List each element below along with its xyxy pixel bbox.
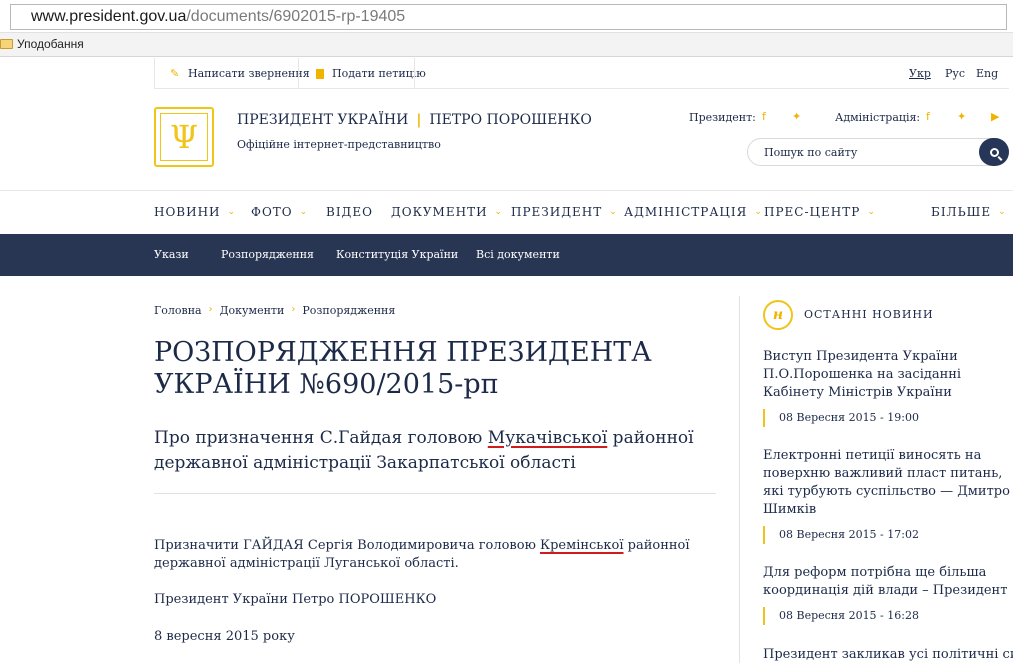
nav-photo[interactable]: ФОТО ⌄ (251, 205, 308, 219)
subnav-decrees[interactable]: Укази (154, 248, 189, 261)
appeal-label: Написати звернення (188, 67, 310, 80)
browser-address-bar: www.president.gov.ua/documents/6902015-r… (0, 0, 1013, 33)
breadcrumb-home[interactable]: Головна (154, 304, 202, 317)
coat-of-arms-logo[interactable]: Ψ (154, 107, 214, 167)
nav-press-center[interactable]: ПРЕС-ЦЕНТР ⌄ (764, 205, 876, 219)
news-item-title[interactable]: Виступ Президента України П.О.Порошенка … (763, 348, 1013, 402)
breadcrumb: Головна › Документи › Розпорядження (154, 304, 395, 317)
nav-documents[interactable]: ДОКУМЕНТИ ⌄ (391, 205, 503, 219)
chevron-right-icon: › (208, 304, 213, 315)
spellcheck-mark: Кремінської (540, 538, 624, 553)
facebook-icon[interactable]: f (926, 110, 930, 123)
bookmarks-bar: Уподобання (0, 33, 1013, 57)
twitter-icon[interactable]: ✦ (957, 110, 966, 123)
subnav-constitution[interactable]: Конституція України (336, 248, 458, 261)
divider (298, 58, 299, 89)
news-item-date: 08 Вересня 2015 - 17:02 (763, 526, 919, 544)
site-subtitle: Офіційне інтернет-представництво (237, 138, 441, 151)
bookmark-folder[interactable]: Уподобання (0, 33, 84, 55)
subnav-orders[interactable]: Розпорядження (221, 248, 314, 261)
chevron-down-icon: ⌄ (867, 207, 876, 217)
nav-label: ФОТО (251, 205, 293, 219)
nav-label: НОВИНИ (154, 205, 221, 219)
nav-video[interactable]: ВІДЕО (326, 205, 373, 219)
subtitle-text: Про призначення С.Гайдая головою (154, 428, 488, 448)
nav-label: ПРЕЗИДЕНТ (511, 205, 603, 219)
divider (414, 58, 415, 89)
url-field[interactable]: www.president.gov.ua/documents/6902015-r… (10, 4, 1007, 30)
lang-eng[interactable]: Eng (976, 67, 998, 80)
documents-subnav: Укази Розпорядження Конституція України … (0, 234, 1013, 276)
trident-icon: Ψ (160, 113, 208, 161)
admin-social-label: Адміністрація: (835, 111, 921, 124)
chevron-down-icon: ⌄ (754, 207, 763, 217)
pencil-icon: ✎ (170, 66, 180, 80)
search-input[interactable] (748, 139, 978, 165)
petition-label: Подати петицію (332, 67, 426, 80)
spellcheck-mark: Мукачівської (487, 428, 608, 448)
lang-ukr[interactable]: Укр (909, 67, 931, 80)
site-title-right: ПЕТРО ПОРОШЕНКО (429, 112, 592, 128)
nav-news[interactable]: НОВИНИ ⌄ (154, 205, 236, 219)
site-title[interactable]: ПРЕЗИДЕНТ УКРАЇНИ | ПЕТРО ПОРОШЕНКО (237, 112, 592, 128)
chevron-down-icon: ⌄ (998, 207, 1007, 217)
appeal-link[interactable]: ✎ Написати звернення (170, 67, 310, 80)
url-host: www.president.gov.ua (31, 8, 187, 25)
facebook-icon[interactable]: f (762, 110, 766, 123)
nav-more[interactable]: БІЛЬШЕ ⌄ (931, 205, 1007, 219)
document-body: Призначити ГАЙДАЯ Сергія Володимировича … (154, 537, 724, 573)
chevron-down-icon: ⌄ (299, 207, 309, 217)
news-item-title[interactable]: Президент закликав усі політичні сили (763, 646, 1013, 663)
petition-link[interactable]: Подати петицію (316, 67, 426, 80)
news-item-title[interactable]: Електронні петиції виносять на поверхню … (763, 447, 1013, 519)
site-title-left: ПРЕЗИДЕНТ УКРАЇНИ (237, 112, 409, 128)
subnav-all-documents[interactable]: Всі документи (476, 248, 560, 261)
page-title: РОЗПОРЯДЖЕННЯ ПРЕЗИДЕНТА УКРАЇНИ №690/20… (154, 337, 652, 400)
latest-news-heading[interactable]: ОСТАННІ НОВИНИ (804, 308, 934, 321)
url-path: /documents/6902015-rp-19405 (186, 8, 406, 25)
chevron-down-icon: ⌄ (227, 207, 237, 217)
nav-label: АДМІНІСТРАЦІЯ (624, 205, 748, 219)
nav-administration[interactable]: АДМІНІСТРАЦІЯ ⌄ (624, 205, 763, 219)
search-box (747, 138, 1009, 166)
news-item-date: 08 Вересня 2015 - 19:00 (763, 409, 919, 427)
bookmark-folder-label: Уподобання (17, 37, 84, 51)
search-button[interactable] (979, 138, 1009, 166)
youtube-icon[interactable]: ▶ (991, 110, 999, 123)
title-separator: | (416, 112, 422, 128)
main-nav: НОВИНИ ⌄ ФОТО ⌄ ВІДЕО ДОКУМЕНТИ ⌄ ПРЕЗИДЕНТ… (0, 190, 1013, 234)
nav-president[interactable]: ПРЕЗИДЕНТ ⌄ (511, 205, 618, 219)
breadcrumb-documents[interactable]: Документи (220, 304, 285, 317)
search-icon (989, 147, 999, 157)
twitter-icon[interactable]: ✦ (792, 110, 801, 123)
breadcrumb-orders[interactable]: Розпорядження (302, 304, 395, 317)
document-subtitle: Про призначення С.Гайдая головою Мукачів… (154, 426, 694, 476)
news-item-date: 08 Вересня 2015 - 16:28 (763, 607, 919, 625)
body-text: Призначити ГАЙДАЯ Сергія Володимировича … (154, 538, 541, 553)
sidebar-divider (739, 296, 740, 663)
chevron-down-icon: ⌄ (494, 207, 504, 217)
nav-label: БІЛЬШЕ (931, 205, 992, 219)
chevron-down-icon: ⌄ (609, 207, 618, 217)
folder-icon (0, 39, 13, 49)
divider (154, 58, 155, 89)
lang-rus[interactable]: Рус (945, 67, 965, 80)
chevron-right-icon: › (291, 304, 296, 315)
nav-label: ДОКУМЕНТИ (391, 205, 488, 219)
nav-label: ВІДЕО (326, 205, 373, 219)
news-item-title[interactable]: Для реформ потрібна ще більша координаці… (763, 564, 1013, 600)
president-social-label: Президент: (689, 111, 756, 124)
top-strip: ✎ Написати звернення Подати петицію Укр … (154, 58, 1009, 89)
document-date: 8 вересня 2015 року (154, 629, 295, 644)
news-icon: н (763, 300, 793, 330)
document-icon (316, 68, 324, 79)
nav-label: ПРЕС-ЦЕНТР (764, 205, 861, 219)
document-signature: Президент України Петро ПОРОШЕНКО (154, 592, 437, 607)
divider (154, 493, 716, 494)
